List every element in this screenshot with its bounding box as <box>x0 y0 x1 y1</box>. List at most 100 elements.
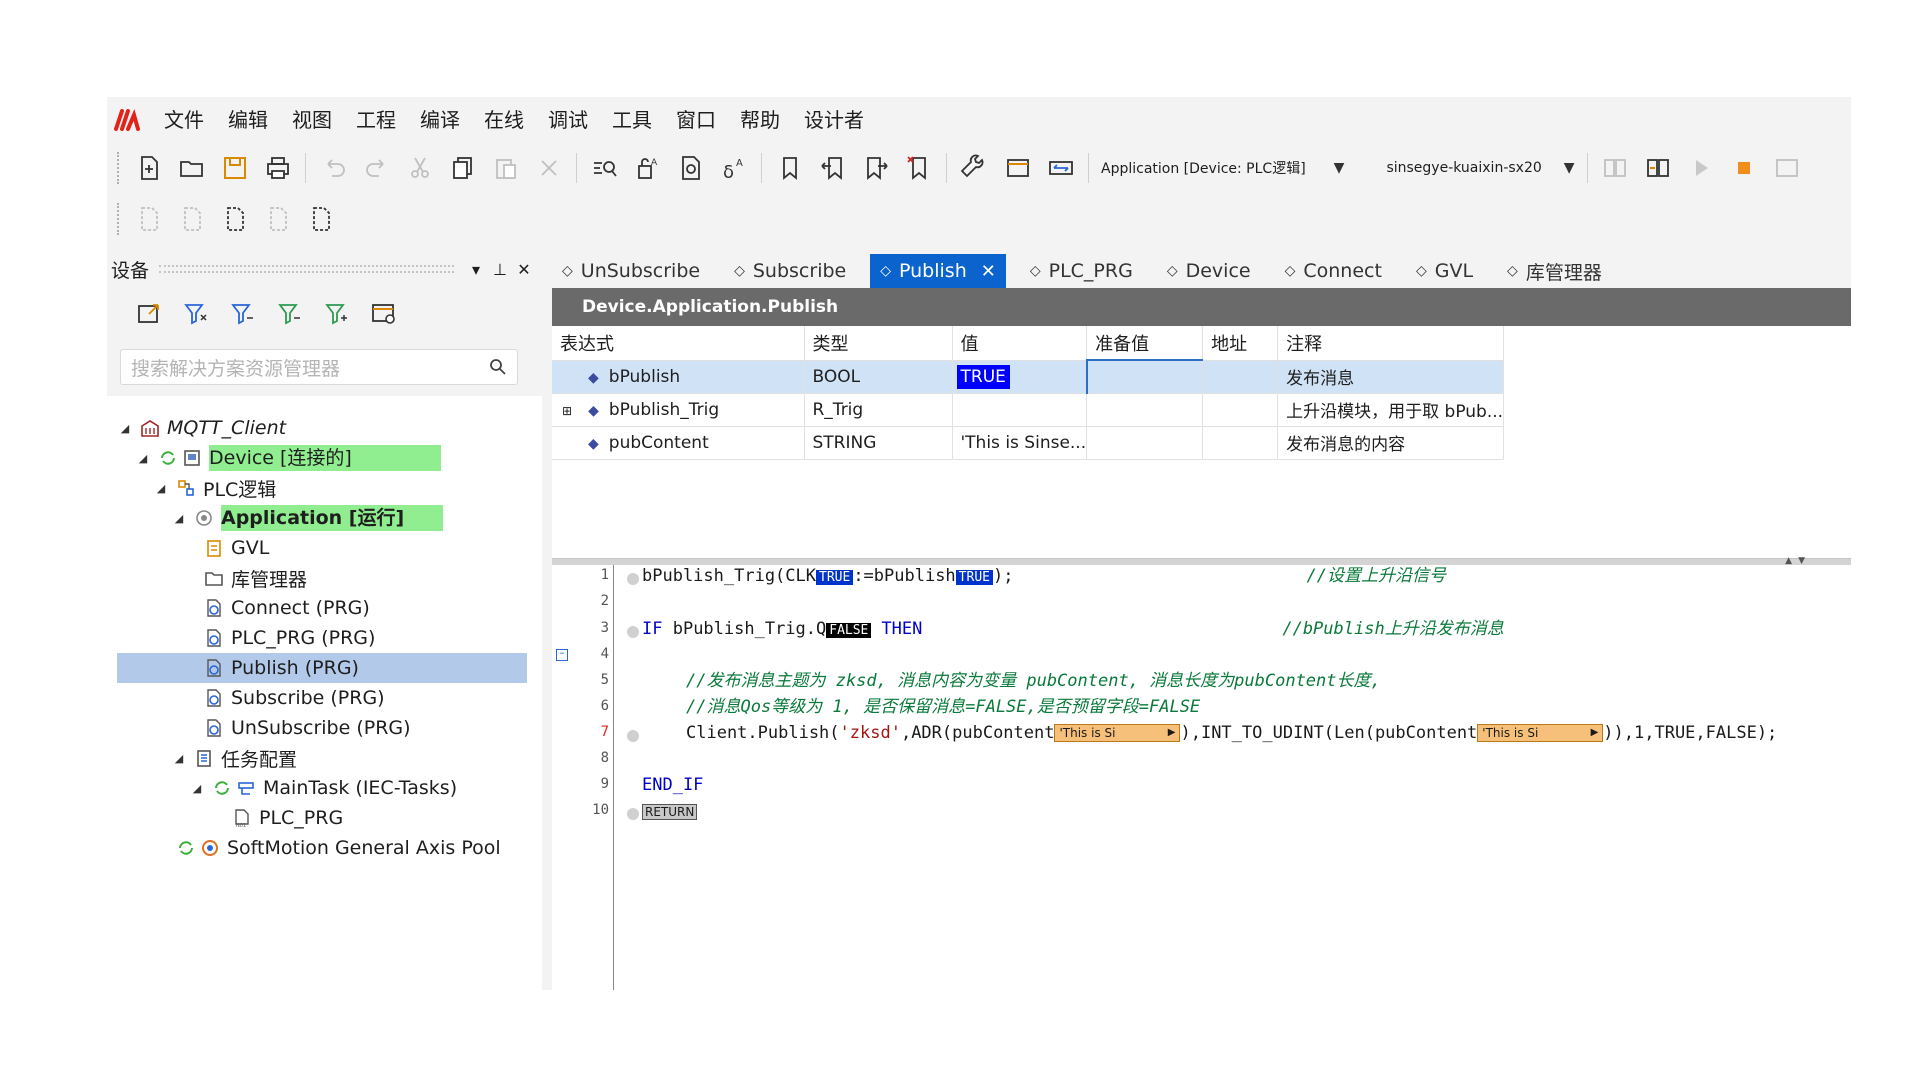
tree-item-subscribe[interactable]: Subscribe (PRG) <box>197 683 385 713</box>
menu-edit[interactable]: 编辑 <box>215 97 279 143</box>
print-icon[interactable] <box>260 151 295 186</box>
panel-splitter[interactable] <box>542 250 552 990</box>
delete-icon[interactable] <box>531 151 566 186</box>
monitor-string-box[interactable]: ▶ 'This is Si <box>1054 724 1181 742</box>
page-dashed-icon[interactable] <box>260 202 295 237</box>
tree-item-publish[interactable]: Publish (PRG) <box>117 653 527 683</box>
table-row[interactable]: ◆ bPublish BOOL TRUE 发布消息 <box>552 359 1505 394</box>
panel-menu-icon[interactable]: ▾ <box>464 260 488 279</box>
login-icon[interactable]: A <box>630 151 665 186</box>
run-icon[interactable] <box>1684 151 1719 186</box>
transfer-icon[interactable] <box>1043 151 1078 186</box>
tab-connect[interactable]: ◇ Connect <box>1275 254 1392 288</box>
cut-icon[interactable] <box>402 151 437 186</box>
replace-icon[interactable] <box>673 151 708 186</box>
menu-window[interactable]: 窗口 <box>663 97 727 143</box>
search-icon[interactable] <box>489 358 507 376</box>
panel-drag-handle[interactable] <box>159 265 454 273</box>
tab-device[interactable]: ◇ Device <box>1157 254 1261 288</box>
new-file-icon[interactable] <box>131 151 166 186</box>
tab-library-manager[interactable]: ◇ 库管理器 <box>1497 254 1612 288</box>
window-icon[interactable] <box>1000 151 1035 186</box>
target-select[interactable]: sinsegye-kuaixin-sx20 ▼ <box>1380 152 1580 184</box>
menu-help[interactable]: 帮助 <box>727 97 791 143</box>
expand-plus-icon[interactable]: ⊞ <box>562 404 572 418</box>
login-device-icon[interactable] <box>1598 151 1633 186</box>
save-icon[interactable] <box>217 151 252 186</box>
tab-publish[interactable]: ◇ Publish ✕ <box>870 254 1006 288</box>
menu-designer[interactable]: 设计者 <box>791 97 875 143</box>
tree-item-application[interactable]: ◢ Application [运行] <box>171 503 443 533</box>
tree-item-gvl[interactable]: GVL <box>197 533 269 563</box>
tree-item-task-config[interactable]: ◢ 任务配置 <box>171 743 297 773</box>
wrench-icon[interactable] <box>957 151 992 186</box>
filter-icon[interactable] <box>178 297 213 332</box>
tree-item-plc-logic[interactable]: ◢ PLC逻辑 <box>153 473 277 503</box>
tree-item-device[interactable]: ◢ Device [连接的] <box>135 443 441 473</box>
table-row[interactable]: ◆ pubContent STRING 'This is Sinse... 发布消… <box>552 426 1505 460</box>
prepared-value-cell[interactable] <box>1086 426 1204 460</box>
expand-icon[interactable]: ◢ <box>171 752 187 765</box>
copy-icon[interactable] <box>445 151 480 186</box>
expand-icon[interactable]: ◢ <box>171 512 187 525</box>
find-icon[interactable] <box>587 151 622 186</box>
editor-splitter[interactable]: ▲▼ <box>552 556 1851 566</box>
table-row[interactable]: ⊞ ◆ bPublish_Trig R_Trig 上升沿模块，用于取 bPub... <box>552 393 1505 427</box>
column-header[interactable]: 地址 <box>1202 326 1279 361</box>
settings-window-icon[interactable] <box>366 297 401 332</box>
tab-gvl[interactable]: ◇ GVL <box>1406 254 1483 288</box>
prev-bookmark-icon[interactable] <box>815 151 850 186</box>
tree-item-library-manager[interactable]: 库管理器 <box>197 563 307 593</box>
menu-online[interactable]: 在线 <box>471 97 535 143</box>
tab-subscribe[interactable]: ◇ Subscribe <box>724 254 856 288</box>
chevron-down-icon[interactable]: ▼ <box>1564 160 1575 176</box>
breakpoint-marker-icon[interactable] <box>627 808 639 820</box>
menu-project[interactable]: 工程 <box>343 97 407 143</box>
chevron-down-icon[interactable]: ▼ <box>1334 160 1345 176</box>
menu-debug[interactable]: 调试 <box>535 97 599 143</box>
filter-icon[interactable] <box>272 297 307 332</box>
breakpoint-marker-icon[interactable] <box>627 730 639 742</box>
column-header[interactable]: 准备值 <box>1086 326 1204 361</box>
tab-unsubscribe[interactable]: ◇ UnSubscribe <box>552 254 710 288</box>
tree-item-plc-prg-call[interactable]: N01 PLC_PRG <box>225 803 343 833</box>
stop-icon[interactable] <box>1727 151 1762 186</box>
redo-icon[interactable] <box>359 151 394 186</box>
font-size-icon[interactable]: δA <box>716 151 751 186</box>
filter-icon[interactable] <box>225 297 260 332</box>
column-header[interactable]: 注释 <box>1277 326 1505 361</box>
page-dashed-icon[interactable] <box>131 202 166 237</box>
expand-triangle-icon[interactable]: ▶ <box>1591 725 1599 741</box>
menu-view[interactable]: 视图 <box>279 97 343 143</box>
page-dashed-icon[interactable] <box>174 202 209 237</box>
logout-device-icon[interactable] <box>1641 151 1676 186</box>
clear-bookmark-icon[interactable] <box>901 151 936 186</box>
bookmark-icon[interactable] <box>772 151 807 186</box>
toolbar-grip[interactable] <box>117 152 121 184</box>
search-input[interactable]: 搜索解决方案资源管理器 <box>120 349 518 385</box>
application-select[interactable]: Application [Device: PLC逻辑] ▼ <box>1095 152 1350 184</box>
tree-item-mqtt-client[interactable]: ◢ MQTT_Client <box>117 413 286 443</box>
open-folder-icon[interactable] <box>174 151 209 186</box>
breakpoint-marker-icon[interactable] <box>627 573 639 585</box>
column-header[interactable]: 类型 <box>804 326 953 361</box>
expand-icon[interactable]: ◢ <box>117 422 133 435</box>
column-header[interactable]: 值 <box>952 326 1088 361</box>
expand-icon[interactable]: ◢ <box>135 452 151 465</box>
paste-icon[interactable] <box>488 151 523 186</box>
menu-file[interactable]: 文件 <box>151 97 215 143</box>
tree-item-unsubscribe[interactable]: UnSubscribe (PRG) <box>197 713 411 743</box>
page-dashed-icon[interactable] <box>217 202 252 237</box>
undo-icon[interactable] <box>316 151 351 186</box>
tree-item-connect[interactable]: Connect (PRG) <box>197 593 370 623</box>
page-dashed-icon[interactable] <box>303 202 338 237</box>
monitor-string-box[interactable]: ▶ 'This is Si <box>1477 724 1604 742</box>
export-icon[interactable] <box>131 297 166 332</box>
code-editor[interactable]: 1 2 3 4 5 6 7 8 9 10 − bPublish_Trig(CLK… <box>552 565 1851 990</box>
tree-item-plc-prg[interactable]: PLC_PRG (PRG) <box>197 623 375 653</box>
expand-icon[interactable]: ◢ <box>189 782 205 795</box>
toolbar-grip[interactable] <box>117 203 121 235</box>
close-tab-icon[interactable]: ✕ <box>981 261 996 282</box>
fold-toggle-icon[interactable]: − <box>556 649 568 661</box>
reset-icon[interactable] <box>1770 151 1805 186</box>
